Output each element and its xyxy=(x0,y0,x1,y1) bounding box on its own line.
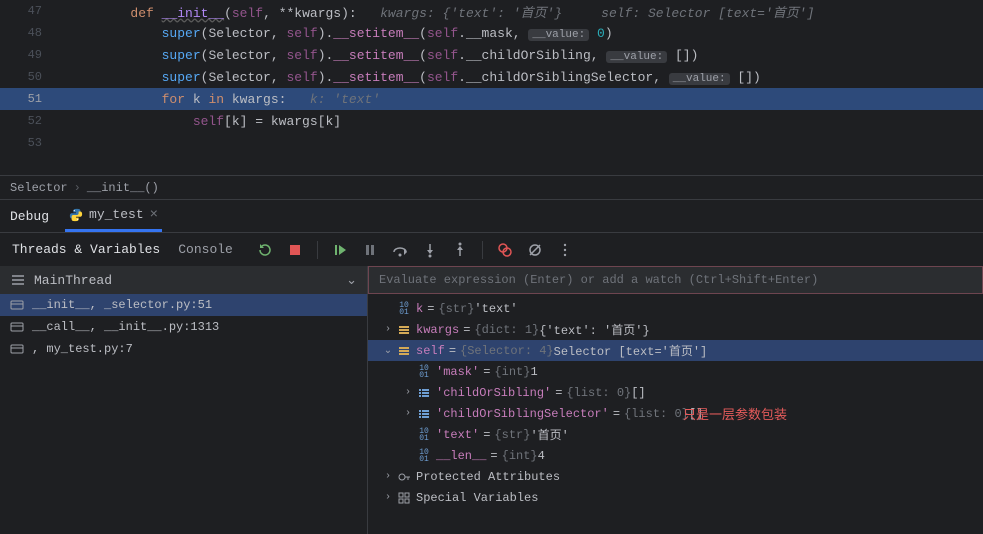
chevron-right-icon: › xyxy=(74,181,81,195)
var-type-icon: 1001 xyxy=(416,449,432,463)
step-into-icon[interactable] xyxy=(422,242,438,258)
chevron-down-icon[interactable]: ⌄ xyxy=(346,273,357,288)
breadcrumb[interactable]: Selector › __init__() xyxy=(0,175,983,199)
var-type-icon: 1001 xyxy=(396,302,412,316)
line-number: 47 xyxy=(0,4,60,18)
variable-row[interactable]: ›kwargs = {dict: 1} {'text': '首页'} xyxy=(368,319,983,340)
variable-row[interactable]: ›Special Variables xyxy=(368,487,983,508)
code-line[interactable]: 51 for k in kwargs: k: 'text' xyxy=(0,88,983,110)
debug-toolbar: Threads & Variables Console xyxy=(0,232,983,266)
annotation-text: 只是一层参数包装 xyxy=(683,404,787,423)
variable-row[interactable]: ›'childOrSiblingSelector' = {list: 0} [] xyxy=(368,403,983,424)
code-line[interactable]: 53 xyxy=(0,132,983,154)
stack-frame[interactable]: __call__, __init__.py:1313 xyxy=(0,316,367,338)
variable-row[interactable]: 1001k = {str} 'text' xyxy=(368,298,983,319)
debug-title: Debug xyxy=(10,209,49,224)
code-line[interactable]: 47 def __init__(self, **kwargs): kwargs:… xyxy=(0,0,983,22)
line-number: 49 xyxy=(0,48,60,62)
var-type-icon xyxy=(396,491,412,505)
step-out-icon[interactable] xyxy=(452,242,468,258)
frame-icon xyxy=(10,342,24,356)
var-type-icon: 1001 xyxy=(416,365,432,379)
pause-icon[interactable] xyxy=(362,242,378,258)
debug-config-label: my_test xyxy=(89,207,144,222)
threads-icon xyxy=(10,272,26,288)
tab-console[interactable]: Console xyxy=(178,242,233,257)
stop-icon[interactable] xyxy=(287,242,303,258)
code-line[interactable]: 48 super(Selector, self).__setitem__(sel… xyxy=(0,22,983,44)
stack-frame[interactable]: __init__, _selector.py:51 xyxy=(0,294,367,316)
code-editor[interactable]: 47 def __init__(self, **kwargs): kwargs:… xyxy=(0,0,983,175)
step-over-icon[interactable] xyxy=(392,242,408,258)
var-type-icon xyxy=(396,323,412,337)
close-icon[interactable]: × xyxy=(150,207,158,223)
evaluate-expression-input[interactable]: Evaluate expression (Enter) or add a wat… xyxy=(368,266,983,294)
expand-icon[interactable]: › xyxy=(400,387,416,398)
variable-row[interactable]: ›Protected Attributes xyxy=(368,466,983,487)
variable-row[interactable]: ›'childOrSibling' = {list: 0} [] xyxy=(368,382,983,403)
line-number: 50 xyxy=(0,70,60,84)
code-line[interactable]: 50 super(Selector, self).__setitem__(sel… xyxy=(0,66,983,88)
debug-tool-window: Debug my_test × Threads & Variables Cons… xyxy=(0,199,983,534)
expand-icon[interactable]: › xyxy=(380,324,396,335)
expand-icon[interactable]: › xyxy=(380,471,396,482)
variable-row[interactable]: 1001'mask' = {int} 1 xyxy=(368,361,983,382)
line-number: 51 xyxy=(0,92,60,106)
variable-row[interactable]: ⌄self = {Selector: 4} Selector [text='首页… xyxy=(368,340,983,361)
thread-selector[interactable]: MainThread ⌄ xyxy=(0,266,367,294)
var-type-icon xyxy=(416,386,432,400)
resume-icon[interactable] xyxy=(332,242,348,258)
view-breakpoints-icon[interactable] xyxy=(497,242,513,258)
debug-config-tab[interactable]: my_test × xyxy=(65,200,162,232)
line-number: 53 xyxy=(0,136,60,150)
frame-icon xyxy=(10,298,24,312)
tab-threads-variables[interactable]: Threads & Variables xyxy=(12,242,160,257)
variable-row[interactable]: 1001__len__ = {int} 4 xyxy=(368,445,983,466)
variables-panel: Evaluate expression (Enter) or add a wat… xyxy=(368,266,983,534)
var-type-icon xyxy=(396,344,412,358)
frames-panel: MainThread ⌄ __init__, _selector.py:51__… xyxy=(0,266,368,534)
stack-frame[interactable]: , my_test.py:7 xyxy=(0,338,367,360)
rerun-icon[interactable] xyxy=(257,242,273,258)
breadcrumb-method[interactable]: __init__() xyxy=(87,181,159,195)
debug-header: Debug my_test × xyxy=(0,200,983,232)
expand-icon[interactable]: › xyxy=(380,492,396,503)
more-icon[interactable] xyxy=(557,242,573,258)
code-line[interactable]: 52 self[k] = kwargs[k] xyxy=(0,110,983,132)
line-number: 48 xyxy=(0,26,60,40)
breadcrumb-class[interactable]: Selector xyxy=(10,181,68,195)
var-type-icon: 1001 xyxy=(416,428,432,442)
expand-icon[interactable]: ⌄ xyxy=(380,345,396,357)
frame-icon xyxy=(10,320,24,334)
var-type-icon xyxy=(396,470,412,484)
variable-row[interactable]: 1001'text' = {str} '首页' xyxy=(368,424,983,445)
mute-breakpoints-icon[interactable] xyxy=(527,242,543,258)
thread-name: MainThread xyxy=(34,273,112,288)
expand-icon[interactable]: › xyxy=(400,408,416,419)
code-line[interactable]: 49 super(Selector, self).__setitem__(sel… xyxy=(0,44,983,66)
var-type-icon xyxy=(416,407,432,421)
python-icon xyxy=(69,208,83,222)
line-number: 52 xyxy=(0,114,60,128)
